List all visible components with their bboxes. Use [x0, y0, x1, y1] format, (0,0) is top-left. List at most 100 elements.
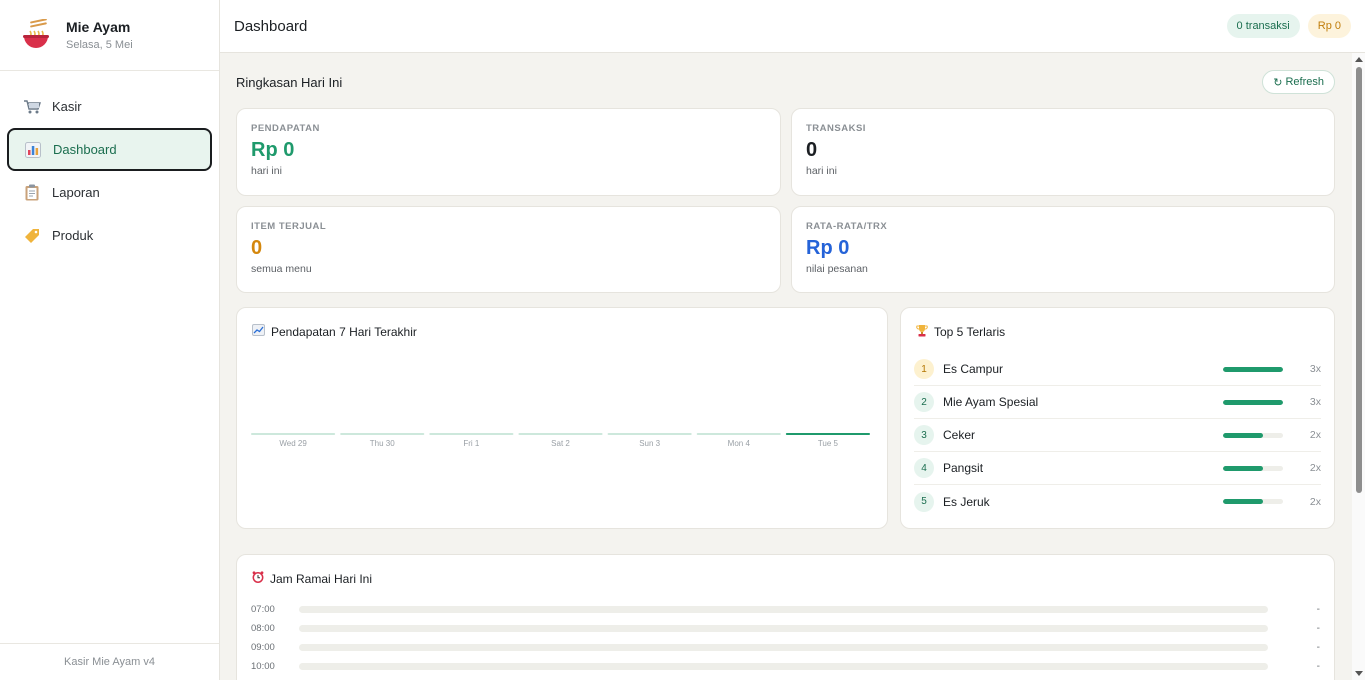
top5-list: 1 Es Campur 3x 2 Mie Ayam Spesial 3x 3 C… — [914, 353, 1321, 518]
top5-title: Top 5 Terlaris — [916, 324, 1005, 340]
sales-bar-fill — [1223, 366, 1283, 372]
brand-date: Selasa, 5 Mei — [66, 39, 133, 51]
summary-header: Ringkasan Hari Ini ↻ Refresh — [236, 69, 1335, 95]
revenue-bar-chart: Wed 29 Thu 30 Fri 1 Sat 2 Sun 3 Mon 4 Tue 5 — [251, 433, 870, 448]
list-item: 10:00 - — [251, 657, 1320, 676]
list-item: 1 Es Campur 3x — [914, 353, 1321, 386]
hour-label: 07:00 — [251, 604, 275, 615]
summary-title: Ringkasan Hari Ini — [236, 74, 343, 90]
stat-card-transactions: TRANSAKSI 0 hari ini — [791, 108, 1335, 196]
product-name: Es Jeruk — [943, 494, 990, 509]
sales-bar-fill — [1223, 465, 1264, 471]
product-name: Mie Ayam Spesial — [943, 395, 1039, 409]
bar-chart-icon — [24, 141, 42, 159]
rank-badge: 4 — [914, 458, 934, 478]
chart-bar — [696, 433, 781, 435]
sidebar-item-produk[interactable]: Produk — [0, 214, 219, 257]
rank-badge: 2 — [914, 392, 934, 412]
sales-bar-fill — [1223, 399, 1283, 405]
rank-badge: 3 — [914, 425, 934, 445]
hour-value: - — [1316, 661, 1320, 672]
list-item: 3 Ceker 2x — [914, 419, 1321, 452]
sidebar-item-label: Laporan — [52, 185, 100, 200]
hour-bar — [299, 606, 1268, 613]
sales-bar — [1223, 432, 1283, 438]
chart-tick-label: Thu 30 — [370, 439, 395, 448]
chart-bar — [429, 433, 514, 435]
clipboard-icon — [23, 184, 41, 202]
app-version: Kasir Mie Ayam v4 — [0, 643, 219, 680]
rank-badge: 1 — [914, 359, 934, 379]
chart-tick-label: Sat 2 — [551, 439, 570, 448]
page-title: Dashboard — [234, 17, 308, 35]
scroll-thumb[interactable] — [1356, 67, 1362, 493]
sales-bar-fill — [1223, 432, 1264, 438]
sidebar-item-kasir[interactable]: Kasir — [0, 85, 219, 128]
stat-card-revenue: PENDAPATAN Rp 0 hari ini — [236, 108, 781, 196]
stat-card-average: RATA-RATA/TRX Rp 0 nilai pesanan — [791, 206, 1335, 293]
sidebar-item-laporan[interactable]: Laporan — [0, 171, 219, 214]
sidebar-item-label: Produk — [52, 228, 94, 243]
product-name: Es Campur — [943, 362, 1004, 376]
stat-sub: semua menu — [251, 263, 312, 275]
stat-value: 0 — [806, 139, 818, 161]
hour-value: - — [1316, 642, 1320, 653]
product-name: Ceker — [943, 428, 976, 442]
refresh-button[interactable]: ↻ Refresh — [1262, 70, 1335, 94]
scroll-up-arrow[interactable] — [1355, 57, 1363, 62]
stat-label: TRANSAKSI — [806, 123, 866, 134]
noodle-bowl-icon — [22, 18, 50, 51]
list-item: 2 Mie Ayam Spesial 3x — [914, 386, 1321, 419]
main-scrollbar[interactable] — [1352, 53, 1365, 680]
tag-icon — [23, 227, 41, 245]
stat-value: Rp 0 — [806, 237, 850, 259]
brand-name: Mie Ayam — [66, 19, 131, 35]
sales-bar — [1223, 499, 1283, 504]
stat-value: 0 — [251, 237, 263, 259]
scroll-down-arrow[interactable] — [1355, 671, 1363, 676]
chart-bar — [785, 433, 870, 435]
shopping-cart-icon — [23, 98, 41, 116]
sidebar-item-dashboard[interactable]: Dashboard — [7, 128, 212, 171]
top5-card: Top 5 Terlaris 1 Es Campur 3x 2 Mie Ayam… — [900, 307, 1335, 529]
topbar: Dashboard 0 transaksi Rp 0 — [220, 0, 1365, 53]
product-name: Pangsit — [943, 461, 984, 475]
top5-title-text: Top 5 Terlaris — [934, 325, 1006, 339]
stat-sub: nilai pesanan — [806, 263, 868, 275]
chart-tick-label: Mon 4 — [728, 439, 751, 448]
sales-bar-fill — [1223, 499, 1264, 504]
sales-count: 2x — [1309, 495, 1321, 508]
chart-bar — [340, 433, 425, 435]
busy-hours-card: Jam Ramai Hari Ini 07:00 - 08:00 - 09:00… — [236, 554, 1335, 680]
hour-label: 09:00 — [251, 642, 275, 653]
chart-tick-label: Tue 5 — [818, 439, 839, 448]
hour-value: - — [1316, 604, 1320, 615]
busy-hours-list: 07:00 - 08:00 - 09:00 - 10:00 - — [251, 600, 1320, 676]
list-item: 07:00 - — [251, 600, 1320, 619]
alarm-clock-icon — [252, 571, 264, 586]
stat-sub: hari ini — [806, 165, 837, 177]
busy-hours-title-text: Jam Ramai Hari Ini — [270, 571, 373, 586]
stat-value: Rp 0 — [251, 139, 295, 161]
revenue-chart-card: Pendapatan 7 Hari Terakhir Wed 29 Thu 30 F… — [236, 307, 888, 529]
refresh-icon: ↻ — [1273, 76, 1283, 89]
chart-bar — [518, 433, 603, 435]
stat-card-items-sold: ITEM TERJUAL 0 semua menu — [236, 206, 781, 293]
hour-bar — [299, 644, 1268, 651]
sidebar-item-label: Kasir — [52, 99, 82, 114]
chart-tick-label: Wed 29 — [279, 439, 307, 448]
stat-label: PENDAPATAN — [251, 123, 320, 134]
stat-label: RATA-RATA/TRX — [806, 221, 888, 232]
sales-count: 3x — [1309, 396, 1321, 408]
hour-bar — [299, 625, 1268, 632]
chart-tick-label: Sun 3 — [639, 439, 660, 448]
refresh-label: Refresh — [1285, 76, 1324, 88]
sidebar-nav: Kasir Dashboard Laporan Produk — [0, 71, 219, 257]
sales-bar — [1223, 399, 1283, 405]
trophy-icon — [916, 324, 928, 340]
list-item: 09:00 - — [251, 638, 1320, 657]
chart-bar — [607, 433, 692, 435]
main-content: Ringkasan Hari Ini ↻ Refresh PENDAPATAN … — [220, 53, 1352, 680]
list-item: 08:00 - — [251, 619, 1320, 638]
stat-sub: hari ini — [251, 165, 282, 177]
